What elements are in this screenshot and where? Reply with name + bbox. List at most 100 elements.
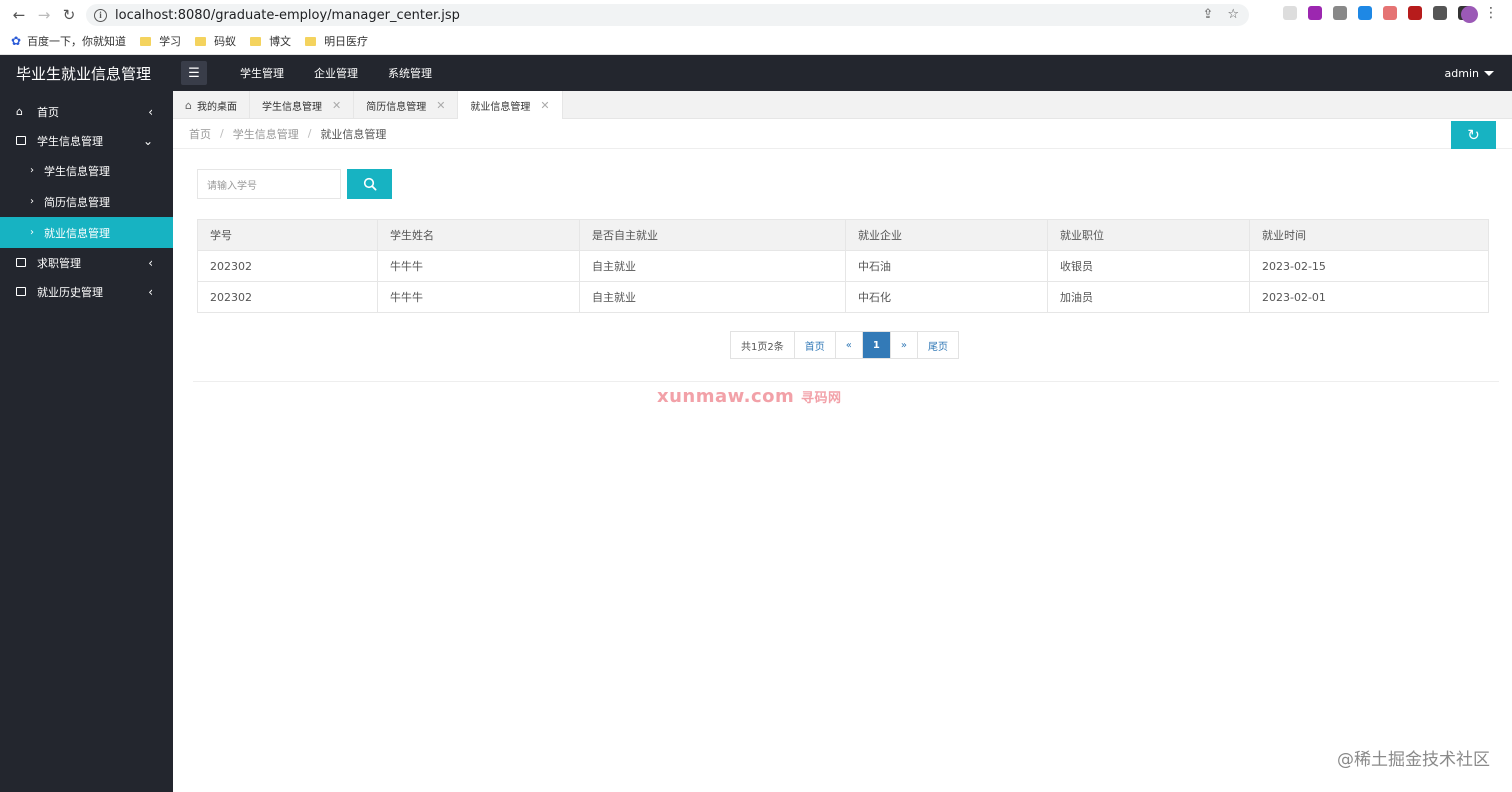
breadcrumb-current: 就业信息管理	[320, 127, 387, 141]
sidebar-item-home[interactable]: ⌂ 首页 ‹	[0, 97, 173, 126]
chevron-down-icon: ⌄	[142, 133, 153, 148]
header-student-id: 学号	[197, 219, 378, 251]
pager-last[interactable]: 尾页	[918, 332, 958, 358]
baidu-icon: ✿	[11, 34, 22, 48]
chevron-left-icon: ‹	[148, 255, 153, 270]
share-icon[interactable]: ⇪	[1202, 7, 1213, 22]
more-menu-icon[interactable]: ⋮	[1484, 6, 1498, 20]
extension-icon[interactable]	[1358, 6, 1372, 20]
divider	[193, 381, 1499, 382]
topnav-system[interactable]: 系统管理	[373, 65, 447, 81]
cell: 牛牛牛	[377, 250, 580, 282]
app-header: 毕业生就业信息管理 ☰ 学生管理 企业管理 系统管理 admin	[0, 55, 1512, 91]
search-icon	[363, 177, 377, 191]
sidebar-item-history[interactable]: 就业历史管理 ‹	[0, 277, 173, 306]
topnav-company[interactable]: 企业管理	[299, 65, 373, 81]
chevron-left-icon: ‹	[148, 284, 153, 299]
pagination: 共1页2条 首页 « 1 » 尾页	[730, 331, 959, 359]
cell: 收银员	[1047, 250, 1250, 282]
close-icon[interactable]: ✕	[332, 99, 341, 112]
main-content: 首页 / 学生信息管理 / 就业信息管理 ↻ 请输入学号 学号 学生姓名 是否自…	[173, 119, 1512, 792]
header-date: 就业时间	[1249, 219, 1489, 251]
star-icon[interactable]: ☆	[1227, 7, 1239, 22]
tab-employment[interactable]: 就业信息管理 ✕	[458, 91, 563, 119]
username: admin	[1444, 66, 1479, 80]
cell: 自主就业	[579, 281, 846, 313]
sidebar-subitem-student[interactable]: › 学生信息管理	[0, 155, 173, 186]
sidebar-subitem-employment[interactable]: › 就业信息管理	[0, 217, 173, 248]
cell: 2023-02-01	[1249, 281, 1489, 313]
back-icon[interactable]: ←	[8, 4, 30, 26]
watermark: xunmaw.com 寻码网	[657, 386, 842, 407]
folder-icon	[195, 36, 207, 46]
cell: 2023-02-15	[1249, 250, 1489, 282]
extensions	[1283, 6, 1472, 20]
info-icon[interactable]: i	[94, 8, 107, 22]
address-bar[interactable]: i localhost:8080/graduate-employ/manager…	[86, 4, 1249, 26]
extension-icon[interactable]	[1383, 6, 1397, 20]
tab-resume[interactable]: 简历信息管理 ✕	[354, 91, 459, 119]
cell: 加油员	[1047, 281, 1250, 313]
url-text: localhost:8080/graduate-employ/manager_c…	[115, 7, 460, 23]
bookmarks-bar: ✿ 百度一下，你就知道 学习 码蚁 博文 明日医疗	[0, 30, 1512, 52]
user-menu[interactable]: admin	[1445, 67, 1494, 80]
browser-chrome: ← → ↻ i localhost:8080/graduate-employ/m…	[0, 0, 1512, 55]
sidebar-item-student-group[interactable]: 学生信息管理 ⌄	[0, 126, 173, 155]
folder-icon	[250, 36, 262, 46]
bookmark-folder[interactable]: 学习	[140, 33, 181, 49]
sidebar-subitem-resume[interactable]: › 简历信息管理	[0, 186, 173, 217]
extension-icon[interactable]	[1408, 6, 1422, 20]
home-icon: ⌂	[185, 98, 192, 112]
sidebar-item-job[interactable]: 求职管理 ‹	[0, 248, 173, 277]
header-company: 就业企业	[845, 219, 1048, 251]
cell: 牛牛牛	[377, 281, 580, 313]
bookmark-folder[interactable]: 博文	[250, 33, 291, 49]
cell: 中石油	[845, 250, 1048, 282]
refresh-button[interactable]: ↻	[1451, 121, 1496, 149]
extension-icon[interactable]	[1308, 6, 1322, 20]
table-row: 202302 牛牛牛 自主就业 中石油 收银员 2023-02-15	[197, 250, 1489, 282]
tab-desktop[interactable]: ⌂ 我的桌面	[173, 91, 250, 119]
tab-student[interactable]: 学生信息管理 ✕	[250, 91, 355, 119]
module-icon	[16, 258, 26, 267]
caret-down-icon	[1484, 70, 1494, 76]
close-icon[interactable]: ✕	[540, 99, 549, 112]
app-title: 毕业生就业信息管理	[16, 64, 152, 83]
breadcrumb-home[interactable]: 首页	[189, 126, 211, 142]
menu-toggle-icon[interactable]: ☰	[181, 61, 207, 85]
puzzle-icon[interactable]	[1433, 6, 1447, 20]
pager-first[interactable]: 首页	[795, 332, 836, 358]
bookmark-baidu[interactable]: ✿ 百度一下，你就知道	[11, 33, 126, 49]
sidebar: ⌂ 首页 ‹ 学生信息管理 ⌄ › 学生信息管理 › 简历信息管理 › 就业信息…	[0, 91, 173, 792]
pager-summary: 共1页2条	[731, 332, 795, 358]
topnav-student[interactable]: 学生管理	[225, 65, 299, 81]
tab-bar: ⌂ 我的桌面 学生信息管理 ✕ 简历信息管理 ✕ 就业信息管理 ✕	[173, 91, 1512, 119]
header-name: 学生姓名	[377, 219, 580, 251]
home-icon: ⌂	[16, 105, 23, 118]
extension-icon[interactable]	[1333, 6, 1347, 20]
chevron-right-icon: ›	[30, 196, 34, 207]
corner-watermark: @稀土掘金技术社区	[1337, 750, 1490, 770]
cell: 自主就业	[579, 250, 846, 282]
extension-icon[interactable]	[1283, 6, 1297, 20]
chevron-right-icon: ›	[30, 165, 34, 176]
module-icon	[16, 287, 26, 296]
cell: 202302	[197, 281, 378, 313]
breadcrumb: 首页 / 学生信息管理 / 就业信息管理	[173, 119, 1512, 149]
breadcrumb-student[interactable]: 学生信息管理	[233, 126, 299, 142]
bookmark-folder[interactable]: 明日医疗	[305, 33, 368, 49]
folder-icon	[140, 36, 152, 46]
search-input[interactable]: 请输入学号	[197, 169, 341, 199]
pager-prev[interactable]: «	[836, 332, 863, 358]
pager-current[interactable]: 1	[862, 332, 891, 358]
header-self-employed: 是否自主就业	[579, 219, 846, 251]
bookmark-folder[interactable]: 码蚁	[195, 33, 236, 49]
forward-icon[interactable]: →	[33, 4, 55, 26]
reload-icon[interactable]: ↻	[58, 4, 80, 26]
pager-next[interactable]: »	[891, 332, 918, 358]
chevron-right-icon: ›	[30, 227, 34, 238]
search-button[interactable]	[347, 169, 392, 199]
cell: 中石化	[845, 281, 1048, 313]
close-icon[interactable]: ✕	[436, 99, 445, 112]
profile-avatar[interactable]	[1461, 6, 1478, 23]
